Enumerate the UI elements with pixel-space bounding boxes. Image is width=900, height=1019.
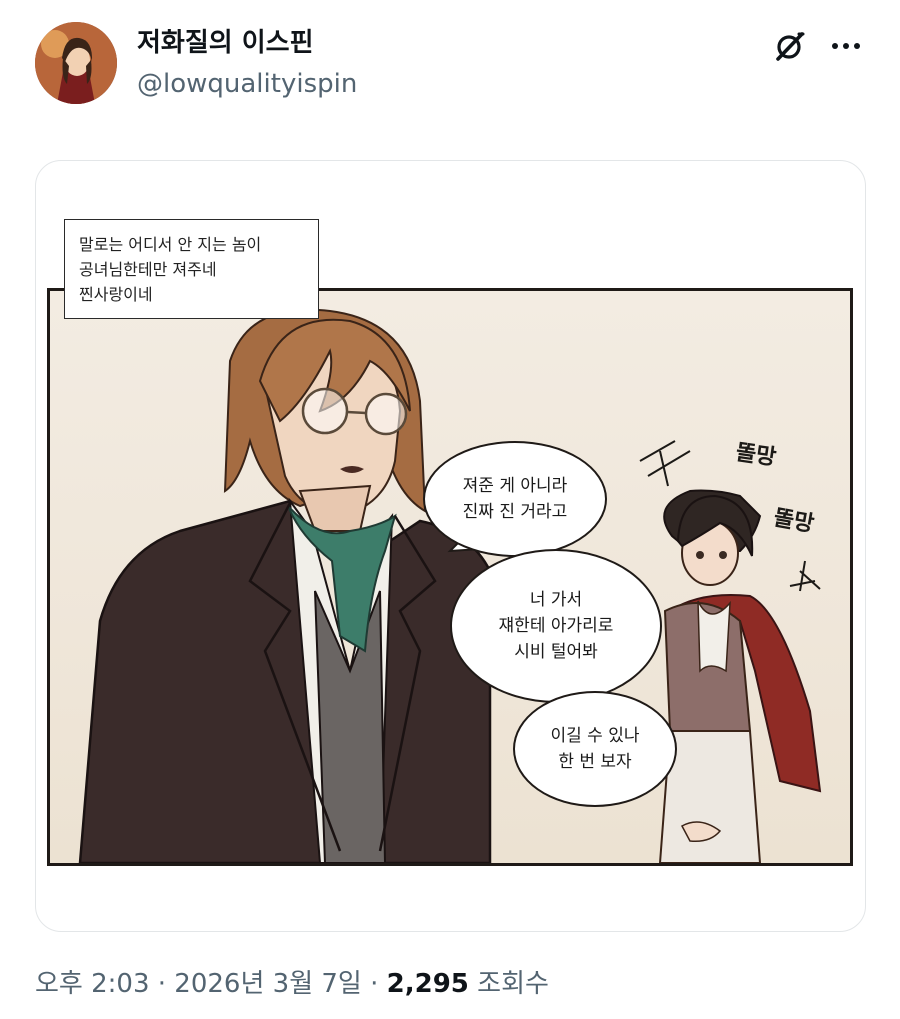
speech-bubble: 이길 수 있나 한 번 보자 bbox=[513, 691, 677, 807]
tweet-media-card[interactable]: 똘망 똘망 져준 게 아니라 진짜 진 거라고 너 가서 쟤한테 아가리로 시비… bbox=[35, 160, 866, 932]
meta-separator: · bbox=[370, 969, 379, 999]
speech-bubble: 져준 게 아니라 진짜 진 거라고 bbox=[423, 441, 607, 557]
speech-line: 이길 수 있나 bbox=[550, 726, 640, 746]
comic-illustration-icon bbox=[78, 308, 822, 863]
tweet-date[interactable]: 2026년 3월 7일 bbox=[174, 969, 362, 999]
grok-button[interactable] bbox=[770, 26, 810, 66]
speech-line: 한 번 보자 bbox=[558, 752, 632, 772]
sound-effect-text: 똘망 bbox=[734, 440, 778, 471]
speech-line: 쟤한테 아가리로 bbox=[498, 616, 614, 636]
more-dots-icon bbox=[832, 43, 860, 49]
comic-panel: 똘망 똘망 져준 게 아니라 진짜 진 거라고 너 가서 쟤한테 아가리로 시비… bbox=[47, 288, 853, 866]
speech-bubble: 너 가서 쟤한테 아가리로 시비 털어봐 bbox=[450, 549, 662, 703]
tweet-meta: 오후 2:03 · 2026년 3월 7일 · 2,295 조회수 bbox=[35, 966, 549, 1002]
author-display-name[interactable]: 저화질의 이스핀 bbox=[137, 26, 314, 60]
speech-line: 너 가서 bbox=[529, 590, 583, 610]
tweet-time[interactable]: 오후 2:03 bbox=[35, 969, 150, 999]
caption-line: 찐사랑이네 bbox=[79, 285, 153, 304]
sound-effect-text: 똘망 bbox=[771, 505, 816, 538]
speech-line: 진짜 진 거라고 bbox=[462, 502, 568, 522]
grok-icon bbox=[776, 32, 805, 61]
caption-line: 공녀님한테만 져주네 bbox=[79, 260, 217, 279]
views-label: 조회수 bbox=[477, 969, 549, 999]
avatar-portrait-icon bbox=[35, 22, 117, 104]
author-handle[interactable]: @lowqualityispin bbox=[137, 67, 357, 101]
avatar[interactable] bbox=[35, 22, 117, 104]
more-options-button[interactable] bbox=[826, 26, 866, 66]
views-count: 2,295 bbox=[386, 969, 469, 999]
caption-line: 말로는 어디서 안 지는 놈이 bbox=[79, 235, 262, 254]
speech-line: 져준 게 아니라 bbox=[462, 476, 568, 496]
speech-line: 시비 털어봐 bbox=[514, 642, 598, 662]
meta-separator: · bbox=[157, 969, 167, 999]
comic-caption-box: 말로는 어디서 안 지는 놈이 공녀님한테만 져주네 찐사랑이네 bbox=[64, 219, 319, 319]
